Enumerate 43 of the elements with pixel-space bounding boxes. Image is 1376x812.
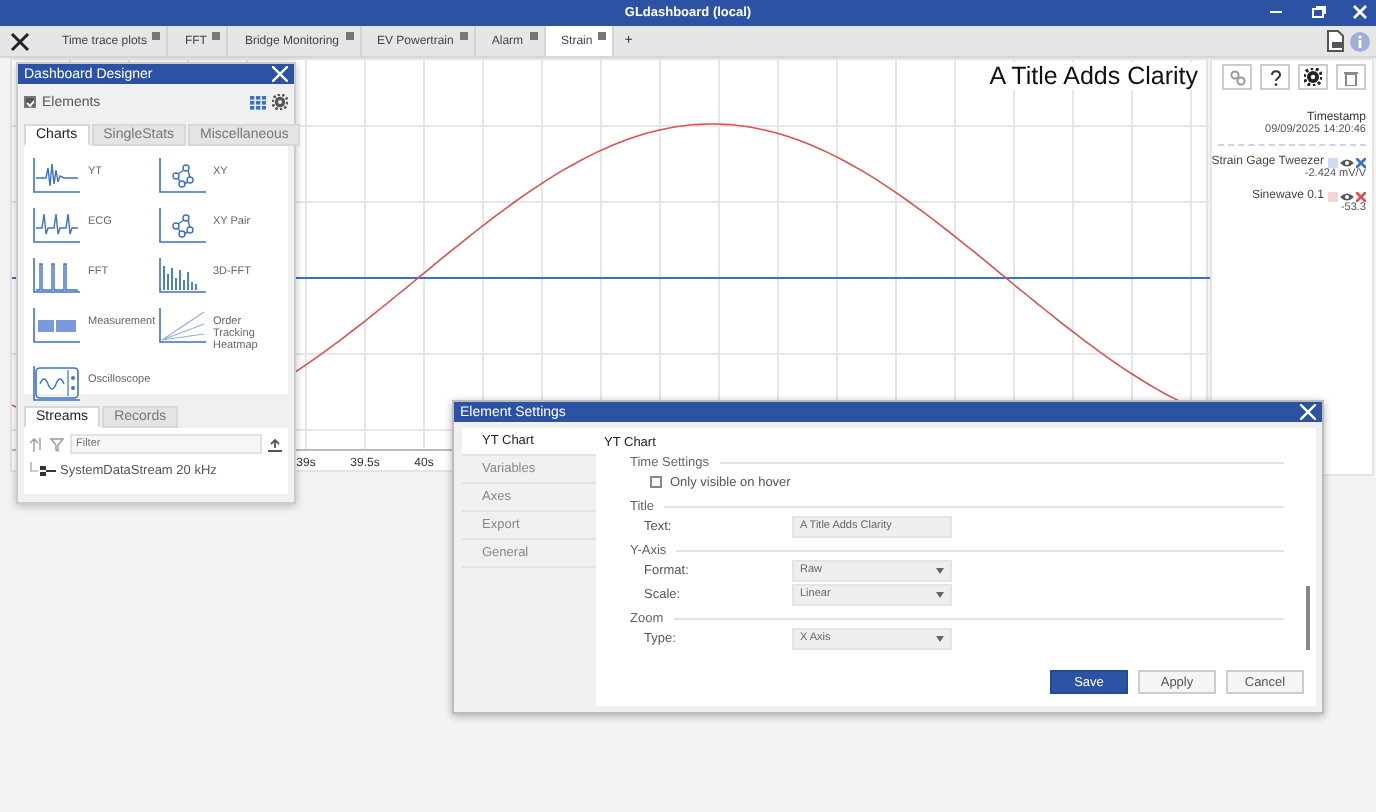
tab-close-icon[interactable] [345, 32, 353, 40]
caret-icon [936, 567, 944, 573]
trash-icon [1344, 69, 1358, 85]
eye-icon[interactable] [1340, 191, 1354, 201]
gear-icon [1304, 68, 1322, 86]
tab-close-icon[interactable] [212, 32, 221, 40]
heatmap-icon[interactable] [157, 308, 205, 344]
color-swatch [1328, 157, 1338, 167]
upload-icon[interactable] [268, 437, 282, 451]
tab-close-icon[interactable] [152, 32, 161, 40]
bar-gauge-icon[interactable] [32, 308, 80, 344]
checkbox[interactable] [24, 96, 36, 108]
caret-icon [936, 591, 944, 597]
scatter-plot-icon[interactable] [157, 208, 205, 244]
close-icon[interactable] [10, 31, 30, 51]
scatter-plot-icon[interactable] [157, 158, 205, 194]
remove-icon[interactable] [1356, 157, 1366, 167]
link-icon [1229, 69, 1245, 85]
scrollbar[interactable] [1306, 586, 1310, 650]
tab-close-icon[interactable] [529, 32, 538, 40]
tree-stream-icon [30, 462, 56, 478]
spectrum-icon[interactable] [157, 258, 205, 294]
settings-button[interactable] [1298, 64, 1328, 90]
remove-icon[interactable] [1356, 191, 1366, 201]
tab-close-icon[interactable] [598, 32, 607, 40]
eye-icon[interactable] [1340, 157, 1354, 167]
gear-icon[interactable] [272, 94, 288, 110]
checkbox[interactable] [650, 476, 662, 488]
question-mark-icon [1269, 69, 1281, 85]
help-button[interactable] [1260, 64, 1290, 90]
waveform-icon[interactable] [32, 158, 80, 194]
grid-view-icon[interactable] [250, 95, 266, 109]
sort-icon[interactable] [30, 437, 44, 451]
pdf-file-icon[interactable] [1326, 30, 1344, 52]
chart-title: A Title Adds Clarity [989, 62, 1198, 90]
caret-icon [936, 635, 944, 641]
color-swatch [1328, 191, 1338, 201]
spectrum-icon[interactable] [32, 258, 80, 294]
ecg-trace-icon[interactable] [32, 208, 80, 244]
filter-icon[interactable] [50, 437, 64, 451]
restore-icon[interactable] [1310, 4, 1326, 20]
oscilloscope-icon[interactable] [32, 366, 80, 403]
tab-close-icon[interactable] [459, 32, 468, 40]
